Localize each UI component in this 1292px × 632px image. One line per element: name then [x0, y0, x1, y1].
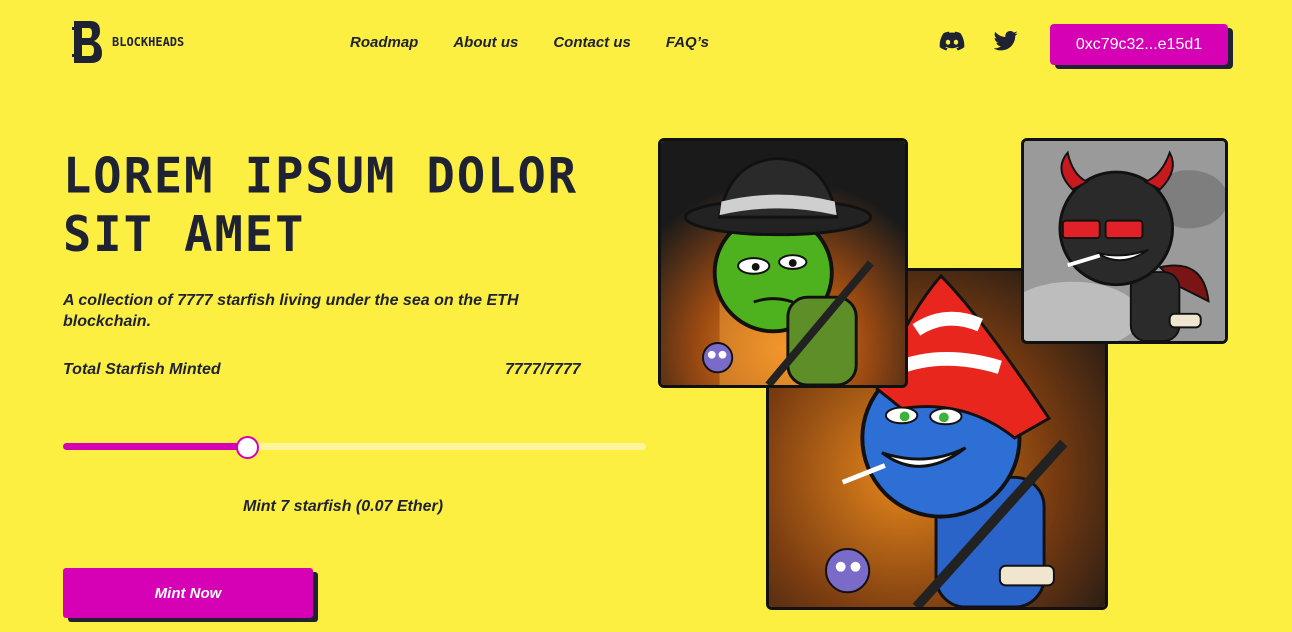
nav-roadmap[interactable]: Roadmap [350, 34, 418, 51]
logo-text: BLOCKHEADS [112, 35, 185, 49]
nav-contact-us[interactable]: Contact us [553, 34, 631, 51]
mint-quantity-slider[interactable] [63, 436, 646, 459]
minted-label: Total Starfish Minted [63, 361, 221, 378]
wallet-address-button[interactable]: 0xc79c32...e15d1 [1050, 24, 1228, 65]
nav-about-us[interactable]: About us [453, 34, 518, 51]
discord-icon[interactable] [939, 30, 965, 52]
main-nav: Roadmap About us Contact us FAQ’s [350, 34, 744, 51]
mint-now-button[interactable]: Mint Now [63, 568, 313, 618]
slider-thumb[interactable] [235, 436, 259, 459]
logo-icon [70, 18, 104, 66]
hero-title: LOREM IPSUM DOLOR SIT AMET [63, 147, 579, 264]
green-blockhead-nft [658, 138, 908, 388]
twitter-icon[interactable] [993, 30, 1020, 52]
hero-subtitle: A collection of 7777 starfish living und… [63, 292, 519, 330]
nav-faqs[interactable]: FAQ’s [666, 34, 709, 51]
mint-info: Mint 7 starfish (0.07 Ether) [243, 498, 444, 515]
minted-value: 7777/7777 [505, 361, 581, 378]
logo[interactable]: BLOCKHEADS [70, 18, 190, 66]
slider-fill [63, 443, 247, 450]
devil-blockhead-nft [1021, 138, 1228, 344]
